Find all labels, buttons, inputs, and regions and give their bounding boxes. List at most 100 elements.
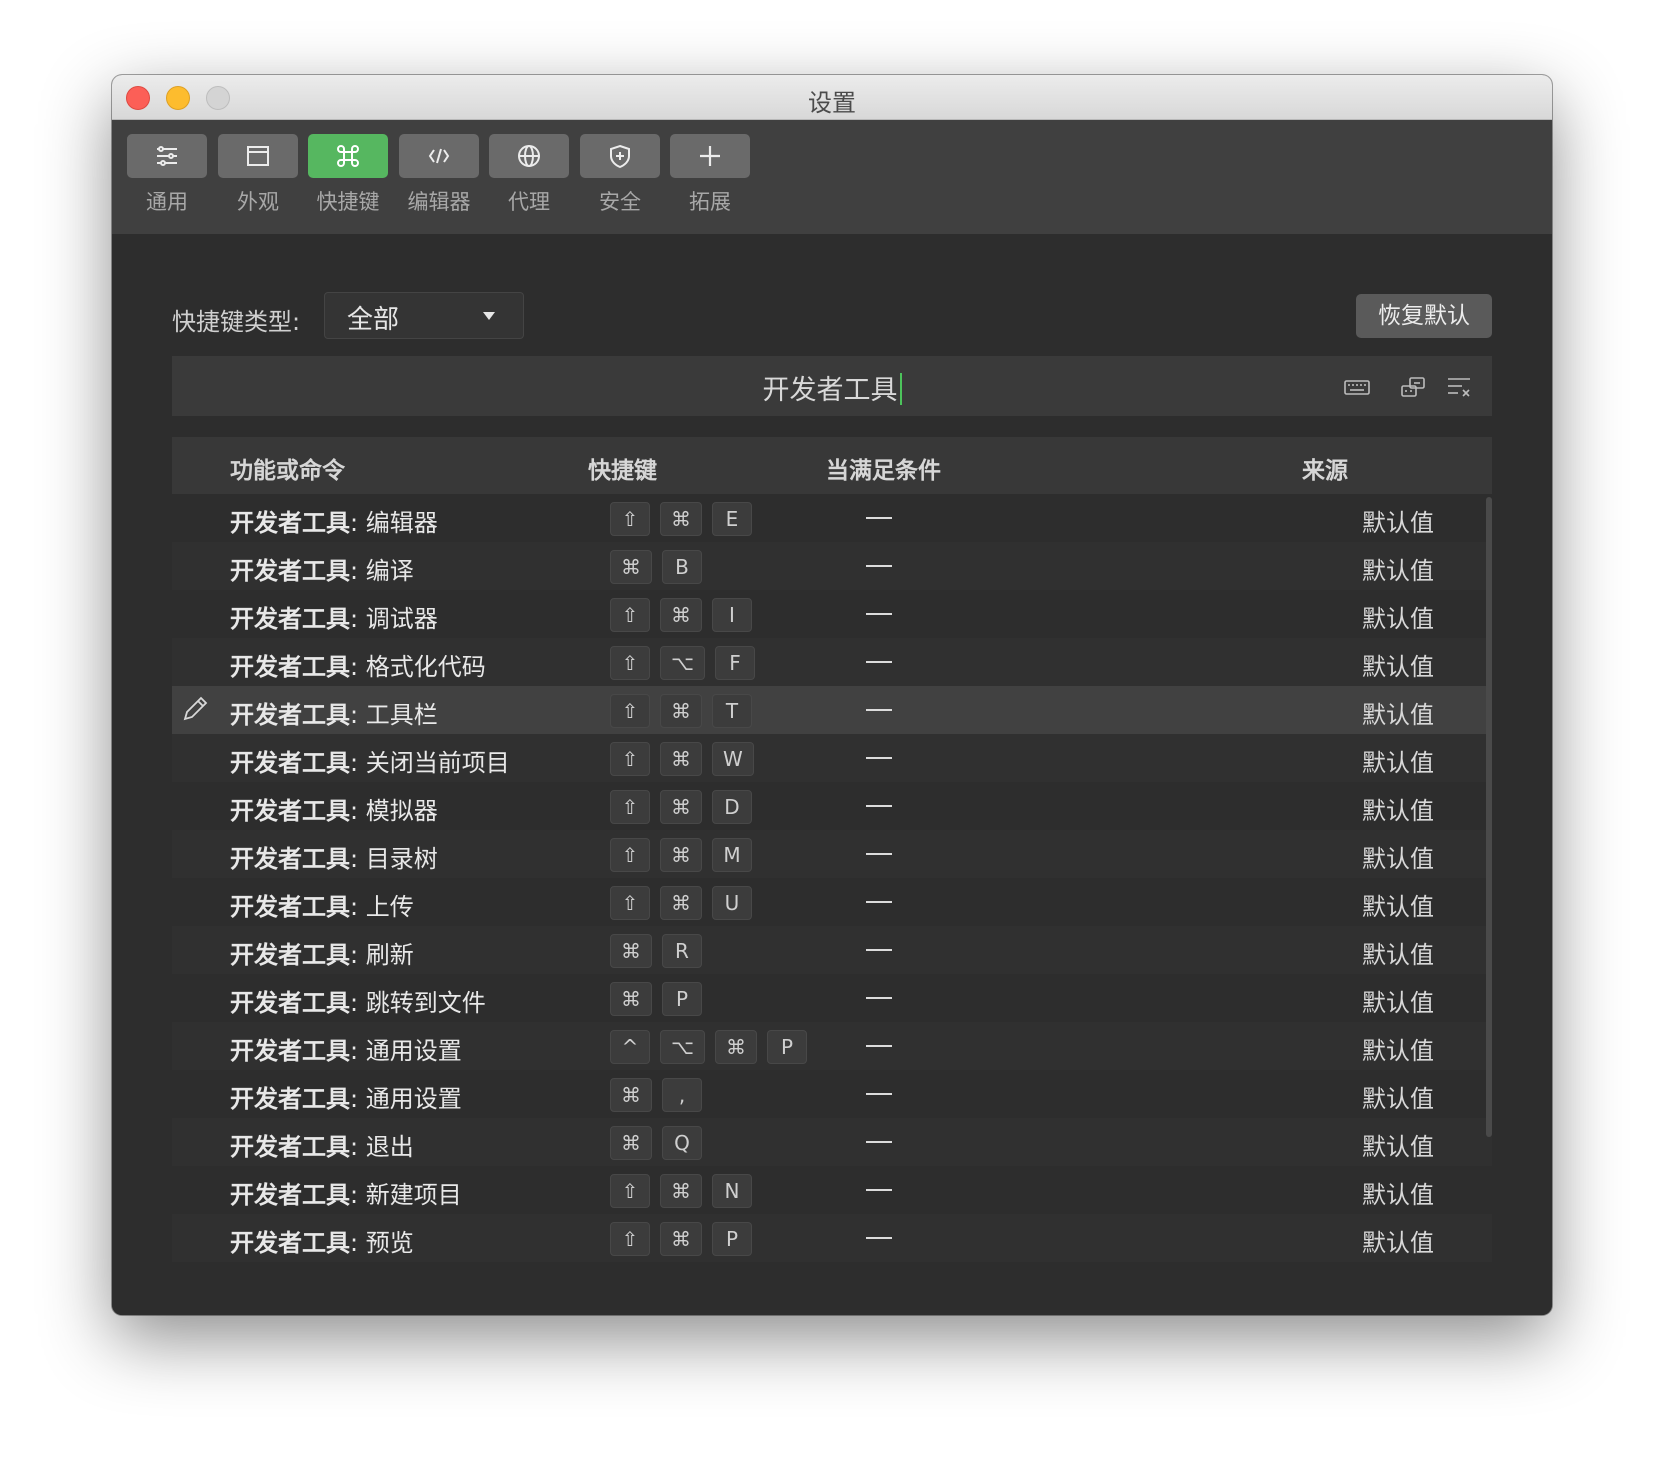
edit-pencil-icon[interactable] bbox=[180, 694, 210, 724]
restore-defaults-button[interactable]: 恢复默认 bbox=[1356, 294, 1492, 338]
shortcut-keys[interactable]: ⌘ P bbox=[610, 982, 702, 1016]
tab-label: 通用 bbox=[146, 190, 188, 214]
shortcut-type-select[interactable]: 全部 bbox=[324, 292, 524, 339]
table-row[interactable]: 开发者工具: 目录树 ⇧ ⌘ M 默认值 bbox=[172, 830, 1492, 878]
table-row[interactable]: 开发者工具: 编译 ⌘ B 默认值 bbox=[172, 542, 1492, 590]
tab-label: 代理 bbox=[508, 190, 550, 214]
command-name: 开发者工具: 新建项目 bbox=[230, 1175, 462, 1210]
key-cap: ⌥ bbox=[660, 1030, 706, 1064]
command-label: : 调试器 bbox=[350, 605, 438, 633]
key-cap: ⌘ bbox=[660, 886, 702, 920]
condition-dash bbox=[866, 997, 892, 999]
command-label: : 退出 bbox=[350, 1133, 414, 1161]
window-icon bbox=[218, 134, 298, 178]
condition-dash bbox=[866, 757, 892, 759]
record-keys-icon[interactable] bbox=[1398, 372, 1428, 402]
key-cap: ⌘ bbox=[660, 790, 702, 824]
table-row[interactable]: 开发者工具: 跳转到文件 ⌘ P 默认值 bbox=[172, 974, 1492, 1022]
keyboard-icon[interactable] bbox=[1342, 372, 1372, 402]
table-row[interactable]: 开发者工具: 格式化代码 ⇧ ⌥ F 默认值 bbox=[172, 638, 1492, 686]
source-value: 默认值 bbox=[1362, 1133, 1434, 1161]
condition-dash bbox=[866, 1189, 892, 1191]
shortcut-keys[interactable]: ⇧ ⌘ P bbox=[610, 1222, 752, 1256]
table-row[interactable]: 开发者工具: 预览 ⇧ ⌘ P 默认值 bbox=[172, 1214, 1492, 1262]
command-prefix: 开发者工具 bbox=[230, 701, 350, 729]
command-name: 开发者工具: 通用设置 bbox=[230, 1031, 462, 1066]
sliders-icon bbox=[127, 134, 207, 178]
command-name: 开发者工具: 跳转到文件 bbox=[230, 983, 486, 1018]
source-value: 默认值 bbox=[1362, 749, 1434, 777]
shortcut-keys[interactable]: ⇧ ⌘ D bbox=[610, 790, 752, 824]
command-icon bbox=[308, 134, 388, 178]
command-label: : 关闭当前项目 bbox=[350, 749, 510, 777]
table-row[interactable]: 开发者工具: 通用设置 ⌘, 默认值 bbox=[172, 1070, 1492, 1118]
shortcut-keys[interactable]: ⇧ ⌘ E bbox=[610, 502, 752, 536]
shortcut-keys[interactable]: ⌘ B bbox=[610, 550, 702, 584]
shortcut-keys[interactable]: ⌘ Q bbox=[610, 1126, 702, 1160]
command-prefix: 开发者工具 bbox=[230, 1133, 350, 1161]
settings-window: 设置 通用 外观 快捷键 编辑器 代理 安全 拓展 快捷键类型: 全部 恢复默认… bbox=[112, 75, 1552, 1315]
key-cap: P bbox=[712, 1222, 752, 1256]
command-prefix: 开发者工具 bbox=[230, 557, 350, 585]
table-row[interactable]: 开发者工具: 上传 ⇧ ⌘ U 默认值 bbox=[172, 878, 1492, 926]
condition-dash bbox=[866, 517, 892, 519]
condition-dash bbox=[866, 1141, 892, 1143]
shortcut-keys[interactable]: ⇧ ⌘ M bbox=[610, 838, 752, 872]
tab-security[interactable]: 安全 bbox=[580, 134, 660, 216]
command-prefix: 开发者工具 bbox=[230, 941, 350, 969]
table-row[interactable]: 开发者工具: 调试器 ⇧ ⌘ I 默认值 bbox=[172, 590, 1492, 638]
window-title: 设置 bbox=[808, 89, 856, 117]
shortcut-keys[interactable]: ⇧ ⌥ F bbox=[610, 646, 756, 680]
source-value: 默认值 bbox=[1362, 893, 1434, 921]
vertical-scrollbar[interactable] bbox=[1486, 497, 1492, 1137]
shortcut-keys[interactable]: ⌘, bbox=[610, 1078, 702, 1112]
table-row[interactable]: 开发者工具: 退出 ⌘ Q 默认值 bbox=[172, 1118, 1492, 1166]
shortcut-keys[interactable]: ⇧ ⌘ T bbox=[610, 694, 752, 728]
key-cap: , bbox=[662, 1078, 702, 1112]
text-cursor bbox=[899, 373, 902, 405]
column-header-condition[interactable]: 当满足条件 bbox=[826, 451, 941, 485]
tab-appearance[interactable]: 外观 bbox=[218, 134, 298, 216]
column-header-command[interactable]: 功能或命令 bbox=[230, 451, 345, 485]
condition-dash bbox=[866, 661, 892, 663]
shortcut-keys[interactable]: ⌘ R bbox=[610, 934, 702, 968]
tab-label: 安全 bbox=[599, 190, 641, 214]
tab-shortcuts[interactable]: 快捷键 bbox=[308, 134, 388, 216]
key-cap: ⇧ bbox=[610, 838, 650, 872]
tab-general[interactable]: 通用 bbox=[127, 134, 207, 216]
table-row[interactable]: 开发者工具: 编辑器 ⇧ ⌘ E 默认值 bbox=[172, 494, 1492, 542]
table-row[interactable]: 开发者工具: 模拟器 ⇧ ⌘ D 默认值 bbox=[172, 782, 1492, 830]
source-value: 默认值 bbox=[1362, 797, 1434, 825]
shortcut-keys[interactable]: ⇧ ⌘ N bbox=[610, 1174, 752, 1208]
command-label: : 新建项目 bbox=[350, 1181, 462, 1209]
shortcut-keys[interactable]: ⇧ ⌘ I bbox=[610, 598, 752, 632]
table-row[interactable]: 开发者工具: 工具栏 ⇧ ⌘ T 默认值 bbox=[172, 686, 1492, 734]
table-body: 开发者工具: 编辑器 ⇧ ⌘ E 默认值 开发者工具: 编译 ⌘ B 默认值 开发者工具: 调试器… bbox=[172, 494, 1492, 1262]
table-row[interactable]: 开发者工具: 关闭当前项目 ⇧ ⌘ W 默认值 bbox=[172, 734, 1492, 782]
key-cap: Q bbox=[662, 1126, 702, 1160]
shortcut-keys[interactable]: ⇧ ⌘ W bbox=[610, 742, 754, 776]
table-row[interactable]: 开发者工具: 通用设置 ^ ⌥ ⌘ P 默认值 bbox=[172, 1022, 1492, 1070]
column-header-source[interactable]: 来源 bbox=[1302, 451, 1348, 485]
tab-editor[interactable]: 编辑器 bbox=[399, 134, 479, 216]
source-value: 默认值 bbox=[1362, 653, 1434, 681]
condition-dash bbox=[866, 949, 892, 951]
command-label: : 格式化代码 bbox=[350, 653, 486, 681]
shortcut-type-label: 快捷键类型: bbox=[172, 308, 301, 336]
shortcut-keys[interactable]: ^ ⌥ ⌘ P bbox=[610, 1030, 808, 1064]
search-input[interactable]: 开发者工具 bbox=[172, 356, 1492, 416]
shortcuts-table: 功能或命令 快捷键 当满足条件 来源 开发者工具: 编辑器 ⇧ ⌘ E 默认值 开发者工具… bbox=[172, 437, 1492, 1262]
shortcut-keys[interactable]: ⇧ ⌘ U bbox=[610, 886, 752, 920]
source-value: 默认值 bbox=[1362, 941, 1434, 969]
key-cap: ⌘ bbox=[660, 1222, 702, 1256]
table-row[interactable]: 开发者工具: 刷新 ⌘ R 默认值 bbox=[172, 926, 1492, 974]
command-prefix: 开发者工具 bbox=[230, 845, 350, 873]
column-header-shortcut[interactable]: 快捷键 bbox=[588, 451, 657, 485]
tab-proxy[interactable]: 代理 bbox=[489, 134, 569, 216]
condition-dash bbox=[866, 565, 892, 567]
key-cap: ⌘ bbox=[610, 1078, 652, 1112]
key-cap: ⌘ bbox=[715, 1030, 758, 1064]
table-row[interactable]: 开发者工具: 新建项目 ⇧ ⌘ N 默认值 bbox=[172, 1166, 1492, 1214]
clear-filter-icon[interactable] bbox=[1444, 372, 1474, 402]
tab-extensions[interactable]: 拓展 bbox=[670, 134, 750, 216]
